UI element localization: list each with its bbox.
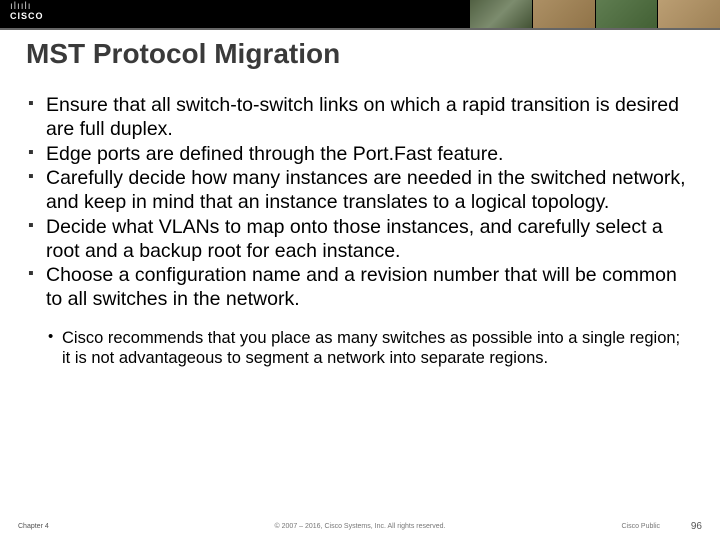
slide-footer: Chapter 4 © 2007 – 2016, Cisco Systems, … [0, 521, 720, 532]
footer-public: Cisco Public [621, 523, 660, 530]
bullet-item: Choose a configuration name and a revisi… [28, 264, 692, 312]
header-photo-4 [658, 0, 720, 28]
main-bullet-list: Ensure that all switch-to-switch links o… [28, 94, 692, 312]
slide-content: Ensure that all switch-to-switch links o… [0, 70, 720, 368]
slide-title: MST Protocol Migration [0, 30, 720, 70]
bullet-item: Carefully decide how many instances are … [28, 167, 692, 215]
sub-bullet-list: Cisco recommends that you place as many … [28, 328, 692, 368]
header-photo-3 [596, 0, 658, 28]
footer-page-number: 96 [691, 521, 702, 532]
cisco-logo: ılıılı CISCO [10, 2, 44, 21]
footer-chapter: Chapter 4 [18, 523, 49, 530]
header-photo-2 [533, 0, 595, 28]
header-photo-1 [470, 0, 532, 28]
bullet-item: Edge ports are defined through the Port.… [28, 143, 692, 167]
bullet-item: Decide what VLANs to map onto those inst… [28, 216, 692, 264]
sub-bullet-item: Cisco recommends that you place as many … [48, 328, 692, 368]
header-bar: ılıılı CISCO [0, 0, 720, 28]
logo-text: CISCO [10, 12, 44, 21]
bullet-item: Ensure that all switch-to-switch links o… [28, 94, 692, 142]
header-photo-strip [470, 0, 720, 28]
footer-copyright: © 2007 – 2016, Cisco Systems, Inc. All r… [275, 523, 446, 530]
